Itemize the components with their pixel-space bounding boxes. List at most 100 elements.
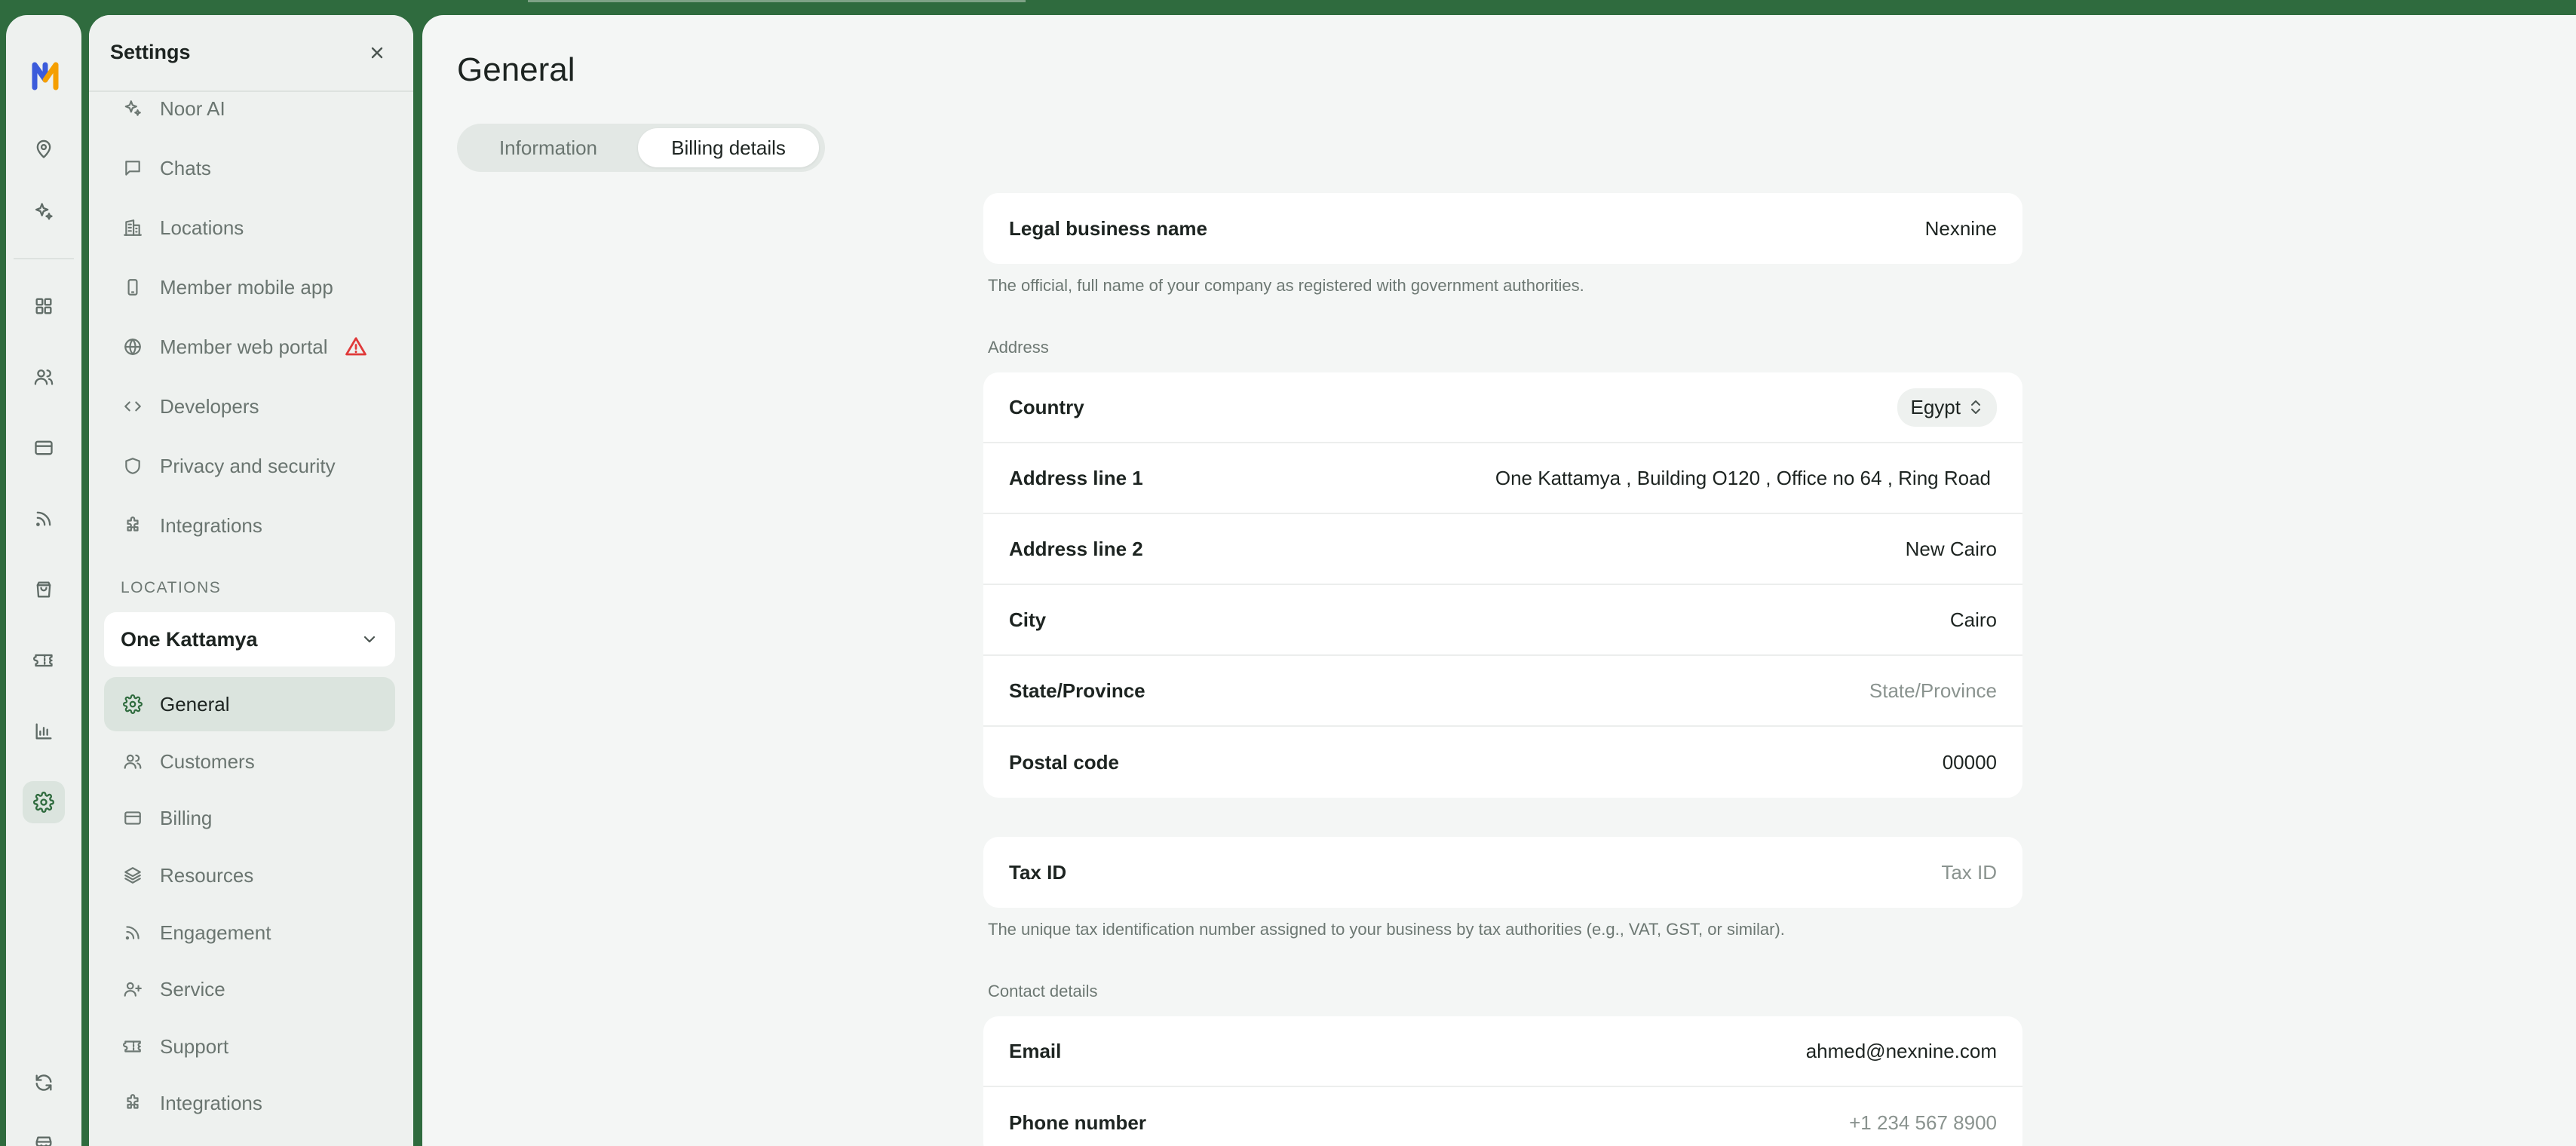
locations-section-label: LOCATIONS (121, 579, 222, 596)
field-label: Phone number (1009, 1111, 1147, 1134)
puzzle-icon (121, 1091, 145, 1115)
settings-sidebar: Settings Noor AI Chats Locations Member … (89, 15, 413, 1146)
state-province-input[interactable]: State/Province (1869, 679, 1997, 703)
sidebar-item-label: Member mobile app (160, 275, 333, 299)
sidebar-item-label: Locations (160, 216, 244, 239)
rail-credit-card-icon[interactable] (23, 427, 65, 469)
shield-icon (121, 454, 145, 478)
city-value[interactable]: Cairo (1950, 608, 1997, 632)
field-label: City (1009, 608, 1047, 631)
tab-information[interactable]: Information (462, 128, 635, 167)
rail-map-pin-icon[interactable] (23, 128, 65, 170)
field-label: Postal code (1009, 750, 1119, 774)
field-label: Tax ID (1009, 860, 1067, 884)
settings-title: Settings (110, 41, 191, 63)
sidebar-item-service[interactable]: Service (104, 962, 395, 1016)
field-label: Email (1009, 1039, 1062, 1062)
field-label: Country (1009, 395, 1084, 418)
phone-number-row[interactable]: Phone number +1 234 567 8900 (983, 1087, 2022, 1146)
sidebar-item-location-integrations[interactable]: Integrations (104, 1076, 395, 1130)
phone-icon (121, 275, 145, 299)
sidebar-item-resources[interactable]: Resources (104, 848, 395, 902)
sidebar-item-label: Support (160, 1034, 229, 1058)
sidebar-item-support[interactable]: Support (104, 1019, 395, 1074)
sidebar-item-member-web-portal[interactable]: Member web portal (104, 320, 395, 374)
rail-dashboard-icon[interactable] (23, 285, 65, 327)
location-select[interactable]: One Kattamya (104, 612, 395, 666)
rail-rss-icon[interactable] (23, 498, 65, 540)
contact-section-label: Contact details (988, 982, 1098, 1000)
address-line-1-value[interactable]: One Kattamya , Building O120 , Office no… (1495, 467, 1991, 490)
building-icon (121, 216, 145, 240)
user-plus-icon (121, 977, 145, 1001)
address-line-2-row[interactable]: Address line 2 New Cairo (983, 514, 2022, 585)
rail-refresh-icon[interactable] (23, 1062, 65, 1104)
users-icon (121, 749, 145, 774)
tab-bar: Information Billing details (457, 124, 825, 172)
city-row[interactable]: City Cairo (983, 585, 2022, 656)
app-logo-icon[interactable] (30, 59, 63, 92)
sidebar-item-customers[interactable]: Customers (104, 734, 395, 789)
sidebar-item-integrations[interactable]: Integrations (104, 498, 395, 553)
country-row: Country Egypt (983, 372, 2022, 443)
close-icon (371, 47, 383, 59)
rail-shopping-bag-icon[interactable] (23, 568, 65, 611)
rail-ticket-icon[interactable] (23, 639, 65, 682)
sidebar-item-label: General (160, 692, 230, 715)
sidebar-item-chats[interactable]: Chats (104, 141, 395, 195)
location-select-value: One Kattamya (121, 627, 258, 651)
country-select-value: Egypt (1910, 395, 1961, 418)
sidebar-item-member-mobile-app[interactable]: Member mobile app (104, 260, 395, 314)
address-line-2-value[interactable]: New Cairo (1906, 538, 1997, 561)
gear-icon (121, 692, 145, 716)
tax-id-card: Tax ID Tax ID (983, 837, 2022, 908)
rail-users-icon[interactable] (23, 356, 65, 398)
tab-billing-details[interactable]: Billing details (638, 128, 819, 167)
phone-number-input[interactable]: +1 234 567 8900 (1849, 1111, 1997, 1135)
legal-name-row[interactable]: Legal business name Nexnine (983, 193, 2022, 264)
contact-card: Email ahmed@nexnine.com Phone number +1 … (983, 1016, 2022, 1146)
puzzle-icon (121, 513, 145, 538)
field-label: Legal business name (1009, 216, 1207, 240)
sidebar-item-engagement[interactable]: Engagement (104, 905, 395, 960)
sidebar-item-label: Developers (160, 394, 259, 418)
sidebar-item-label: Privacy and security (160, 454, 336, 477)
sidebar-item-privacy-and-security[interactable]: Privacy and security (104, 439, 395, 493)
state-province-row[interactable]: State/Province State/Province (983, 656, 2022, 727)
field-label: Address line 2 (1009, 537, 1143, 560)
sidebar-item-label: Engagement (160, 921, 271, 944)
postal-code-row[interactable]: Postal code 00000 (983, 727, 2022, 798)
tax-id-row[interactable]: Tax ID Tax ID (983, 837, 2022, 908)
tax-id-input[interactable]: Tax ID (1941, 861, 1997, 884)
sparkles-icon (121, 97, 145, 121)
layers-icon (121, 863, 145, 887)
close-settings-button[interactable] (363, 39, 391, 66)
address-line-1-row[interactable]: Address line 1 One Kattamya , Building O… (983, 443, 2022, 514)
sidebar-item-label: Integrations (160, 513, 262, 537)
email-value[interactable]: ahmed@nexnine.com (1806, 1040, 1997, 1063)
sidebar-item-label: Resources (160, 863, 254, 887)
app-rail (6, 15, 81, 1146)
sidebar-item-general[interactable]: General (104, 677, 395, 731)
sidebar-item-label: Service (160, 977, 225, 1000)
rail-sparkles-icon[interactable] (23, 191, 65, 233)
warning-icon (345, 336, 367, 358)
rail-settings-gear-icon[interactable] (23, 781, 65, 823)
field-label: Address line 1 (1009, 466, 1143, 489)
chevron-down-icon (363, 636, 376, 643)
sidebar-item-label: Billing (160, 806, 213, 829)
legal-name-value[interactable]: Nexnine (1925, 217, 1997, 241)
postal-code-value[interactable]: 00000 (1943, 751, 1997, 774)
page-title: General (457, 51, 575, 88)
sidebar-item-billing[interactable]: Billing (104, 791, 395, 845)
address-section-label: Address (988, 338, 1049, 357)
credit-card-icon (121, 806, 145, 830)
country-select[interactable]: Egypt (1897, 388, 1997, 427)
sidebar-item-label: Chats (160, 156, 211, 179)
rail-chart-icon[interactable] (23, 710, 65, 752)
rail-store-icon[interactable] (23, 1123, 65, 1146)
sidebar-item-locations[interactable]: Locations (104, 201, 395, 255)
email-row[interactable]: Email ahmed@nexnine.com (983, 1016, 2022, 1087)
field-label: State/Province (1009, 679, 1145, 702)
sidebar-item-developers[interactable]: Developers (104, 379, 395, 434)
